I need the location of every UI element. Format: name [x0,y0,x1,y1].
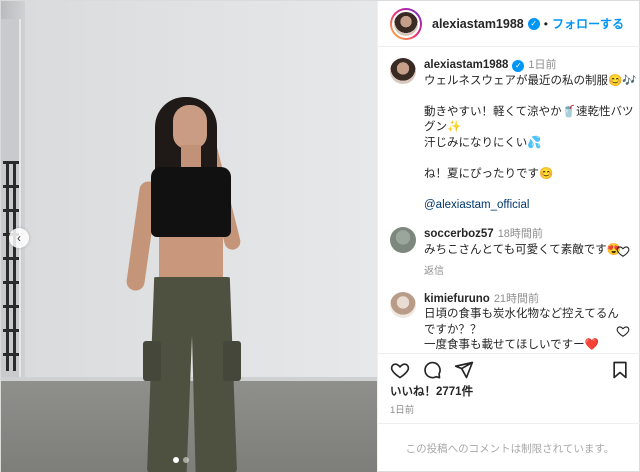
carousel-dots [173,457,189,463]
avatar [392,9,420,38]
header-username[interactable]: alexiastam1988 [432,17,524,31]
comment: kimiefuruno 21時間前 日頃の食事も炭水化物など控えてるん ですか？？… [390,291,630,354]
person-crop-top [151,167,231,237]
comments-scroll-area[interactable]: alexiastam1988 ✓ 1日前 ウェルネスウェアが最近の私の制服😊🎶 動き… [378,48,640,353]
caption-line: 汗じみになりにくい💦 [424,136,542,149]
comment-time: 18時間前 [497,228,543,240]
comment-time: 21時間前 [493,292,540,305]
like-heart-icon[interactable] [390,360,410,380]
follow-button[interactable]: フォローする [552,15,624,32]
carousel-dot-active [173,457,179,463]
comment-avatar[interactable] [390,291,416,318]
story-ring[interactable] [390,7,422,40]
heart-icon[interactable] [616,244,630,258]
instagram-post-frame: ‹ alexiastam1988 ✓ • フォローする alexiastam19… [0,0,640,472]
verified-badge-icon: ✓ [512,59,525,72]
comment-username[interactable]: soccerboz57 [424,228,494,240]
likes-count[interactable]: いいね！2771件 [390,383,473,399]
post-photo[interactable]: ‹ [1,1,377,472]
pants-pocket-left [143,341,161,381]
caption-line: グン✨ [424,121,462,133]
pants-pocket-right [223,341,241,381]
caption: alexiastam1988 ✓ 1日前 ウェルネスウェアが最近の私の制服😊🎶 動き… [390,58,637,214]
caption-body: alexiastam1988 ✓ 1日前 ウェルネスウェアが最近の私の制服😊🎶 動き… [424,58,637,214]
person-waist [159,237,223,281]
action-bar [378,353,640,383]
person-face [173,105,207,149]
header-separator: • [543,16,548,31]
comment: soccerboz57 18時間前 みちこさんとても可愛くて素敵です😍 返信 [390,227,630,280]
comment-body: soccerboz57 18時間前 みちこさんとても可愛くて素敵です😍 返信 [424,227,622,280]
caption-mention-link[interactable]: @alexiastam_official [424,198,620,214]
comment-text: みちこさんとても可愛くて素敵です😍 [424,243,622,256]
comment-username[interactable]: kimiefuruno [424,293,490,305]
caption-username[interactable]: alexiastam1988 [424,59,508,71]
caption-line: ね！夏にぴったりです😊 [424,167,554,180]
verified-badge-icon: ✓ [527,17,540,30]
comment-text: 日頃の食事も炭水化物など控えてるん [424,308,619,320]
share-send-icon[interactable] [454,360,474,380]
photo-person [121,91,261,472]
chevron-left-icon: ‹ [17,231,21,245]
caption-line: ウェルネスウェアが最近の私の制服😊🎶 [424,74,637,87]
heart-icon[interactable] [616,324,630,338]
comment-icon[interactable] [422,360,442,380]
carousel-dot [183,457,189,463]
caption-line: 動きやすい！軽くて涼やか🥤速乾性バツ [424,105,634,118]
comment-body: kimiefuruno 21時間前 日頃の食事も炭水化物など控えてるん ですか？？… [424,292,620,354]
bookmark-icon[interactable] [610,360,630,380]
caption-time: 1日前 [528,59,557,71]
post-time: 1日前 [390,405,415,416]
reply-button[interactable]: 返信 [424,264,620,280]
post-header: alexiastam1988 ✓ • フォローする [378,1,640,47]
comment-avatar[interactable] [390,227,416,253]
photo-rack [3,161,19,371]
comment-text: ですか？？ [424,323,482,336]
comment-text: 一度食事も載せてほしいですー❤️ [424,339,599,351]
carousel-prev-button[interactable]: ‹ [9,228,29,248]
caption-avatar[interactable] [390,58,416,84]
comments-restricted-notice: この投稿へのコメントは制限されています。 [378,423,640,472]
post-side-panel: alexiastam1988 ✓ • フォローする alexiastam1988… [377,1,640,472]
